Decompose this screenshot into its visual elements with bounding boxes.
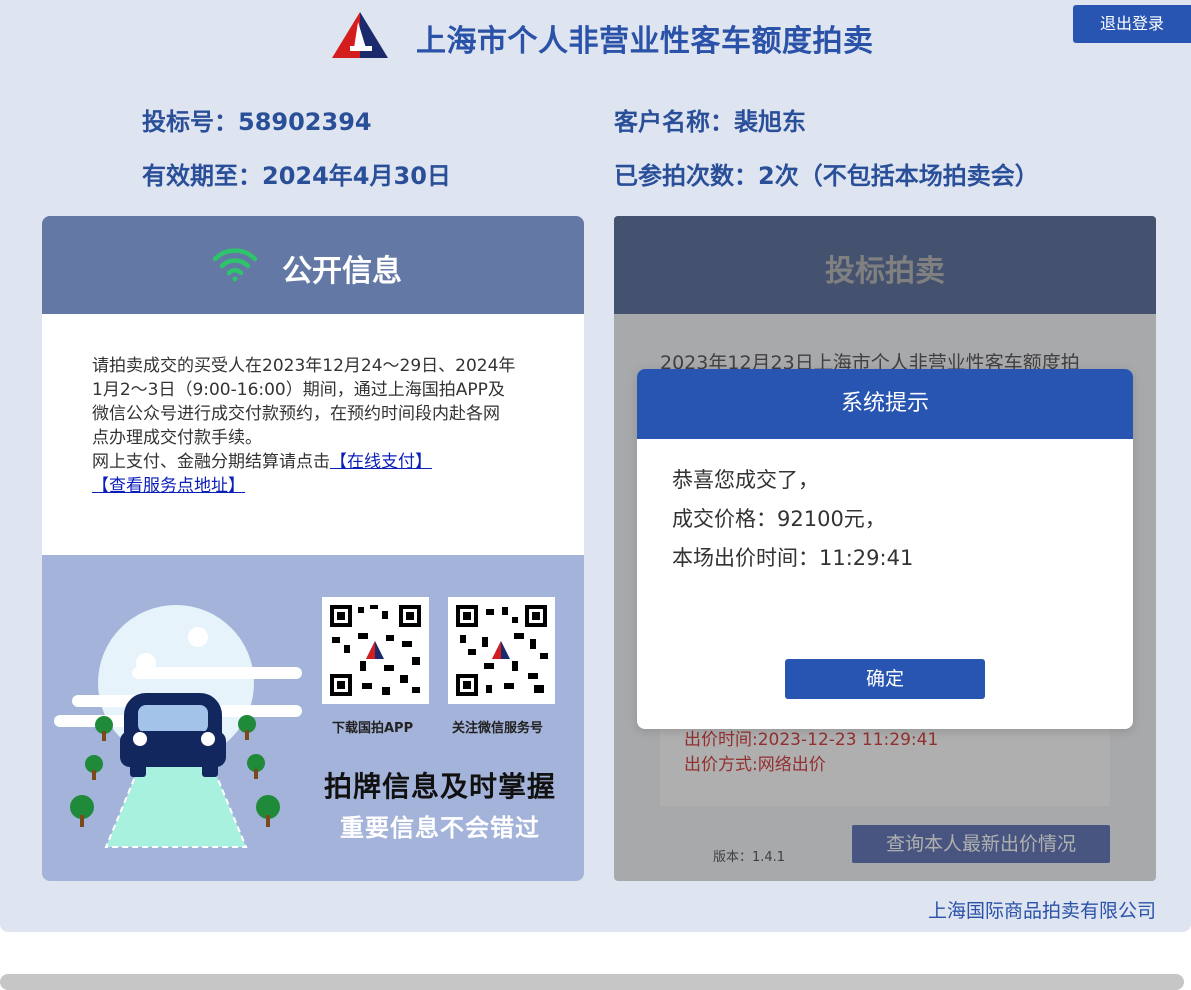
- valid-until-value: 2024年4月30日: [262, 162, 451, 190]
- public-info-panel: 公开信息 请拍卖成交的买受人在2023年12月24～29日、2024年 1月2～…: [42, 216, 584, 881]
- notice-line: 微信公众号进行成交付款预约，在预约时间段内赴各网: [92, 404, 500, 424]
- bid-number-value: 58902394: [238, 108, 372, 136]
- car-illustration: [54, 605, 302, 848]
- notice-line: 1月2～3日（9:00-16:00）期间，通过上海国拍APP及: [92, 380, 505, 400]
- dialog-message: 恭喜您成交了， 成交价格：92100元， 本场出价时间：11:29:41: [672, 461, 913, 578]
- online-pay-row: 网上支付、金融分期结算请点击【在线支付】: [92, 450, 534, 474]
- company-name: 上海国际商品拍卖有限公司: [927, 900, 1156, 922]
- dialog-line: 本场出价时间：11:29:41: [672, 546, 914, 570]
- service-address-link[interactable]: 【查看服务点地址】: [92, 476, 245, 496]
- logo-icon: [332, 12, 388, 58]
- promo-banner: 下载国拍APP 关注微信服务号 拍牌信息及时掌握 重要信息不会错过: [42, 555, 584, 881]
- logout-button[interactable]: 退出登录: [1073, 5, 1191, 43]
- valid-until-label: 有效期至：: [142, 162, 262, 190]
- public-info-title: 公开信息: [282, 254, 402, 289]
- customer-name-label: 客户名称：: [614, 108, 734, 136]
- customer-name-info: 客户名称：裴旭东: [614, 102, 806, 137]
- promo-subtitle: 重要信息不会错过: [340, 814, 540, 842]
- notice-line: 请拍卖成交的买受人在2023年12月24～29日、2024年: [92, 356, 516, 376]
- dialog-line: 成交价格：92100元，: [672, 507, 886, 531]
- qr-code-icon: [322, 597, 429, 704]
- qr-wechat-caption: 关注微信服务号: [452, 721, 544, 736]
- online-pay-link[interactable]: 【在线支付】: [330, 452, 432, 472]
- customer-name-value: 裴旭东: [734, 108, 806, 136]
- valid-until-info: 有效期至：2024年4月30日: [142, 156, 451, 191]
- qr-app-caption: 下载国拍APP: [332, 721, 414, 736]
- horizontal-scrollbar[interactable]: [0, 974, 1184, 990]
- participation-count-value: 2次（不包括本场拍卖会）: [758, 162, 1039, 190]
- qr-code-icon: [448, 597, 555, 704]
- system-alert-dialog: 系统提示 恭喜您成交了， 成交价格：92100元， 本场出价时间：11:29:4…: [637, 369, 1133, 729]
- app-title: 上海市个人非营业性客车额度拍卖: [416, 24, 874, 59]
- bid-number-label: 投标号：: [142, 108, 238, 136]
- public-info-notice: 请拍卖成交的买受人在2023年12月24～29日、2024年 1月2～3日（9:…: [42, 314, 584, 555]
- participation-count-label: 已参拍次数：: [614, 162, 758, 190]
- dialog-line: 恭喜您成交了，: [672, 468, 819, 492]
- wifi-icon: [212, 248, 258, 282]
- online-pay-prefix: 网上支付、金融分期结算请点击: [92, 452, 330, 472]
- confirm-button[interactable]: 确定: [785, 659, 985, 699]
- dialog-title: 系统提示: [637, 369, 1133, 439]
- participation-count-info: 已参拍次数：2次（不包括本场拍卖会）: [614, 156, 1039, 191]
- promo-title: 拍牌信息及时掌握: [323, 770, 556, 803]
- public-info-header: 公开信息: [42, 216, 584, 314]
- notice-line: 点办理成交付款手续。: [92, 428, 262, 448]
- bid-number-info: 投标号：58902394: [142, 102, 372, 137]
